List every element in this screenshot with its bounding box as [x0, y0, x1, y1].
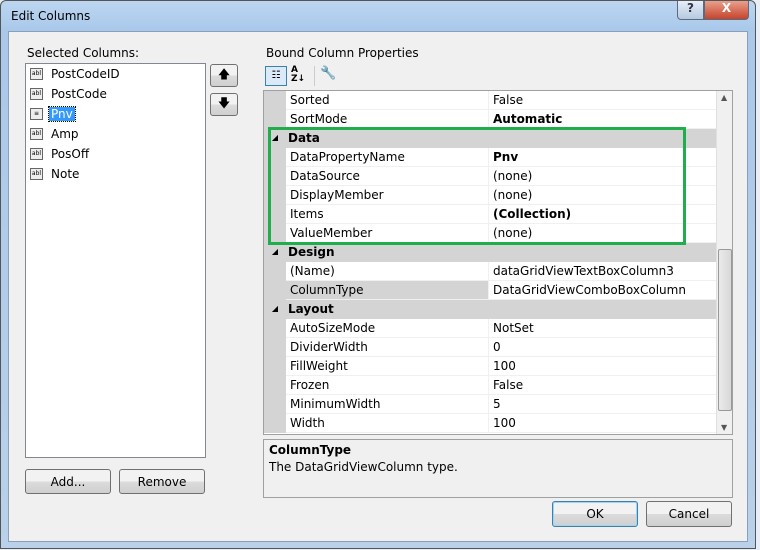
add-button[interactable]: Add...	[25, 469, 111, 494]
property-row[interactable]: FillWeight 100	[264, 357, 716, 376]
close-button[interactable]: X	[704, 1, 749, 20]
property-name: MinimumWidth	[286, 395, 489, 414]
textbox-column-icon: abl	[30, 88, 43, 100]
move-up-button[interactable]: 🡅	[210, 64, 238, 87]
category-layout[interactable]: ◢ Layout	[264, 300, 716, 319]
property-name: AutoSizeMode	[286, 319, 489, 338]
property-name: ColumnType	[286, 281, 489, 300]
remove-button[interactable]: Remove	[119, 469, 205, 494]
vertical-scrollbar[interactable]: ▲ ▼	[716, 91, 732, 434]
properties-label: Bound Column Properties	[266, 46, 419, 60]
property-row[interactable]: MinimumWidth 5	[264, 395, 716, 414]
scrollbar-thumb[interactable]	[718, 249, 732, 411]
selected-columns-label: Selected Columns:	[27, 46, 140, 60]
property-value[interactable]: NotSet	[489, 319, 716, 338]
column-name: PosOff	[51, 147, 90, 161]
property-row[interactable]: Frozen False	[264, 376, 716, 395]
scroll-up-icon[interactable]: ▲	[721, 93, 727, 102]
collapse-icon[interactable]: ◢	[264, 243, 286, 262]
property-name: FillWeight	[286, 357, 489, 376]
property-value[interactable]: 100	[489, 414, 716, 433]
column-list-item[interactable]: abl Amp	[26, 124, 205, 144]
scroll-down-icon[interactable]: ▼	[721, 423, 727, 432]
textbox-column-icon: abl	[30, 168, 43, 180]
column-name: Pnv	[48, 106, 76, 122]
column-name: PostCodeID	[51, 67, 120, 81]
selected-columns-list[interactable]: abl PostCodeID abl PostCode ≡ Pnv abl Amp abl Pos…	[25, 63, 206, 458]
description-title: ColumnType	[269, 443, 352, 457]
description-panel: ColumnType The DataGridViewColumn type.	[263, 439, 733, 498]
column-name: Note	[51, 167, 80, 181]
toolbar-separator	[314, 66, 315, 86]
textbox-column-icon: abl	[30, 68, 43, 80]
move-down-button[interactable]: 🡇	[210, 93, 238, 116]
property-row[interactable]: ColumnType DataGridViewComboBoxColumn	[264, 281, 716, 300]
property-row[interactable]: Sorted False	[264, 91, 716, 110]
column-list-item[interactable]: abl PostCodeID	[26, 64, 205, 84]
category-label: Layout	[288, 302, 334, 316]
property-name: Width	[286, 414, 489, 433]
category-design[interactable]: ◢ Design	[264, 243, 716, 262]
property-value[interactable]: False	[489, 376, 716, 395]
column-list-item[interactable]: abl Note	[26, 164, 205, 184]
property-value[interactable]: dataGridViewTextBoxColumn3	[489, 262, 716, 281]
property-name: DividerWidth	[286, 338, 489, 357]
property-value[interactable]: 100	[489, 357, 716, 376]
textbox-column-icon: abl	[30, 128, 43, 140]
property-name: Frozen	[286, 376, 489, 395]
column-list-item[interactable]: abl PosOff	[26, 144, 205, 164]
property-value[interactable]: False	[489, 91, 716, 110]
alphabetical-sort-icon[interactable]: A Z↓	[291, 66, 309, 86]
property-row[interactable]: (Name) dataGridViewTextBoxColumn3	[264, 262, 716, 281]
property-value[interactable]: 5	[489, 395, 716, 414]
textbox-column-icon: abl	[30, 148, 43, 160]
property-value[interactable]: DataGridViewComboBoxColumn	[489, 281, 716, 300]
collapse-icon[interactable]: ◢	[264, 300, 286, 319]
column-name: PostCode	[51, 87, 107, 101]
arrow-down-icon: 🡇	[217, 96, 231, 110]
property-value[interactable]: 0	[489, 338, 716, 357]
cancel-button[interactable]: Cancel	[646, 501, 732, 527]
column-list-item[interactable]: ≡ Pnv	[26, 104, 205, 124]
property-name: Sorted	[286, 91, 489, 110]
combobox-column-icon: ≡	[30, 108, 43, 120]
column-name: Amp	[51, 127, 79, 141]
window-title: Edit Columns	[11, 9, 91, 23]
description-text: The DataGridViewColumn type.	[269, 460, 458, 474]
help-button[interactable]: ?	[677, 1, 704, 20]
category-label: Design	[288, 245, 335, 259]
property-row[interactable]: DividerWidth 0	[264, 338, 716, 357]
ok-button[interactable]: OK	[552, 501, 638, 527]
property-row[interactable]: Width 100	[264, 414, 716, 433]
property-name: (Name)	[286, 262, 489, 281]
column-list-item[interactable]: abl PostCode	[26, 84, 205, 104]
arrow-up-icon: 🡅	[217, 67, 231, 81]
categorized-view-icon[interactable]: ☷	[265, 66, 287, 86]
property-pages-wrench-icon: 🔧	[320, 66, 337, 81]
data-category-highlight	[268, 127, 686, 245]
property-row[interactable]: AutoSizeMode NotSet	[264, 319, 716, 338]
